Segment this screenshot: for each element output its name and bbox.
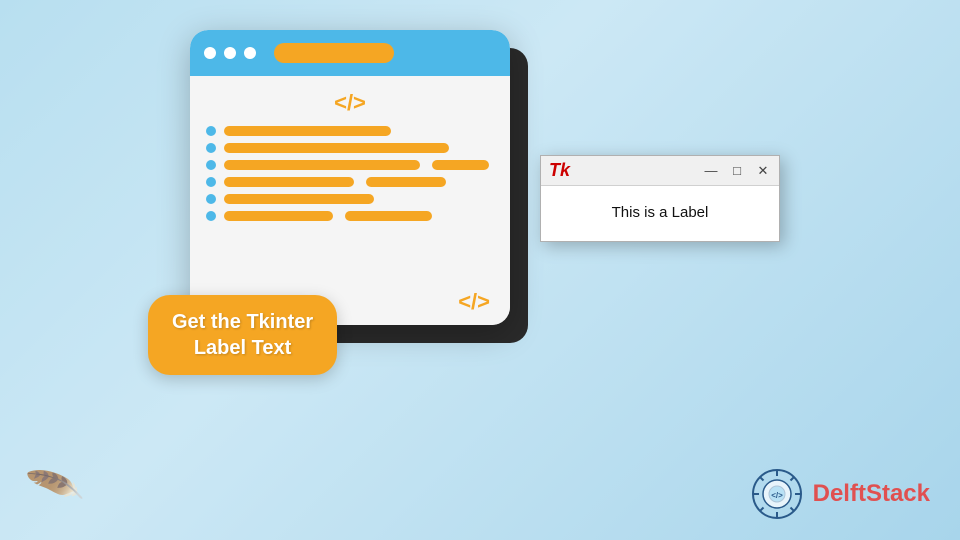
line-dot-1 — [206, 126, 216, 136]
title-dot-3 — [244, 47, 256, 59]
line-bar-5 — [224, 194, 374, 204]
title-dot-1 — [204, 47, 216, 59]
line-bar-3 — [224, 160, 420, 170]
popup-body: This is a Label — [541, 186, 779, 241]
maximize-button[interactable]: □ — [729, 163, 745, 179]
line-dot-6 — [206, 211, 216, 221]
line-bar-3b — [432, 160, 490, 170]
popup-titlebar: Tk — □ ✕ — [541, 156, 779, 186]
line-bar-1 — [224, 126, 391, 136]
line-bar-4 — [224, 177, 354, 187]
delft-logo: </> DelftStack — [751, 468, 930, 520]
line-dot-2 — [206, 143, 216, 153]
popup-app-icon: Tk — [549, 160, 570, 181]
code-line-3 — [206, 160, 494, 170]
line-bar-2 — [224, 143, 449, 153]
promo-line2: Label Text — [194, 337, 291, 359]
line-dot-4 — [206, 177, 216, 187]
promo-text: Get the Tkinter Label Text — [172, 309, 313, 361]
line-dot-3 — [206, 160, 216, 170]
close-button[interactable]: ✕ — [755, 163, 771, 179]
promo-line1: Get the Tkinter — [172, 311, 313, 333]
code-line-4 — [206, 177, 494, 187]
promo-badge: Get the Tkinter Label Text — [148, 295, 337, 375]
delft-brand-part2: Stack — [866, 480, 930, 507]
line-bar-6 — [224, 211, 333, 221]
popup-controls[interactable]: — □ ✕ — [703, 163, 771, 179]
line-dot-5 — [206, 194, 216, 204]
popup-window: Tk — □ ✕ This is a Label — [540, 155, 780, 242]
code-line-2 — [206, 143, 494, 153]
minimize-button[interactable]: — — [703, 163, 719, 179]
editor-titlebar — [190, 30, 510, 76]
delft-emblem-icon: </> — [751, 468, 803, 520]
delft-brand-part1: Delft — [813, 480, 866, 507]
line-bar-6b — [345, 211, 431, 221]
title-search-bar — [274, 43, 394, 63]
line-bar-4b — [366, 177, 447, 187]
svg-text:</>: </> — [771, 491, 783, 500]
code-tag-open: </> — [206, 90, 494, 116]
editor-content: </> — [190, 76, 510, 325]
code-line-6 — [206, 211, 494, 221]
code-tag-close: </> — [458, 289, 490, 315]
popup-label-text: This is a Label — [612, 204, 709, 221]
delft-brand-name: DelftStack — [813, 480, 930, 508]
editor-body: </> — [190, 30, 510, 325]
code-line-5 — [206, 194, 494, 204]
title-dot-2 — [224, 47, 236, 59]
code-line-1 — [206, 126, 494, 136]
feather-icon: 🪶 — [23, 456, 86, 517]
code-lines — [206, 126, 494, 221]
